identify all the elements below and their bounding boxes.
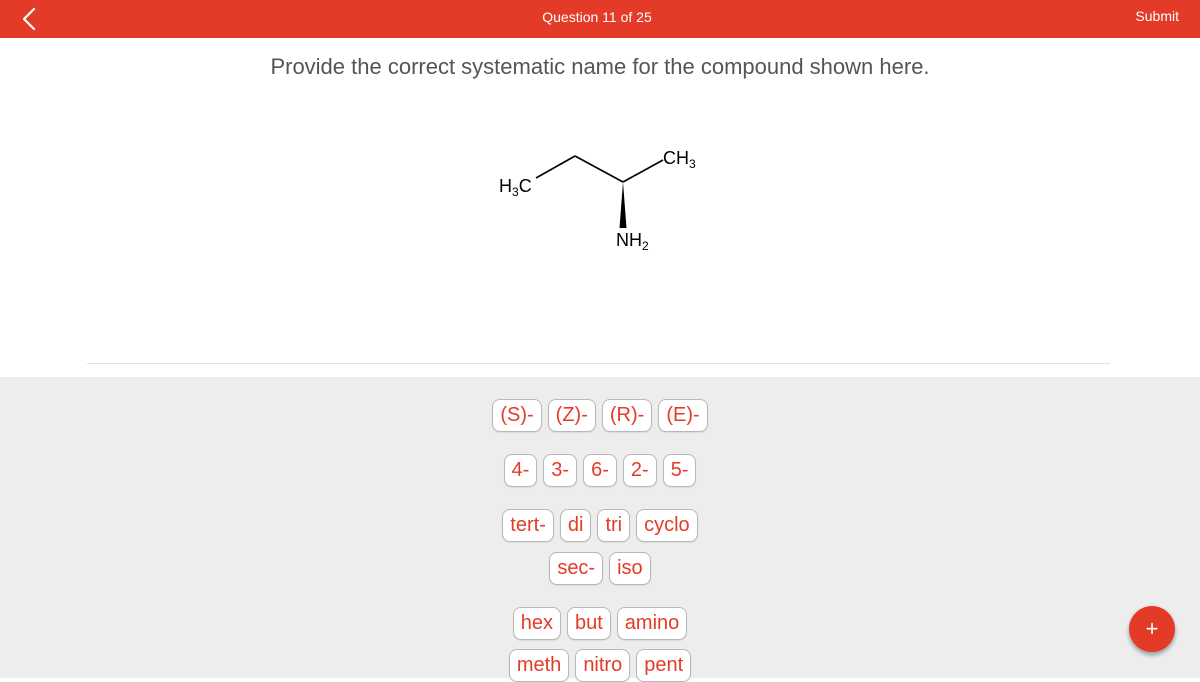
chip-6[interactable]: 6- [583, 454, 617, 487]
chip-5[interactable]: 5- [662, 454, 697, 487]
wedge-bond [619, 182, 627, 228]
chip-s[interactable]: (S)- [492, 399, 542, 432]
chip-cyclo[interactable]: cyclo [636, 509, 698, 542]
chip-2[interactable]: 2- [622, 454, 657, 487]
chip-4[interactable]: 4- [503, 454, 538, 487]
tray-row-locants: 4- 3- 6- 2- 5- [0, 454, 1200, 487]
label-h3c: H3C [499, 176, 532, 199]
skeletal-formula: H3C CH3 NH2 [499, 148, 696, 253]
chip-hex[interactable]: hex [512, 607, 561, 640]
answer-tray: (S)- (Z)- (R)- (E)- 4- 3- 6- 2- 5- tert-… [0, 377, 1200, 682]
label-ch3: CH3 [663, 148, 696, 171]
chip-but[interactable]: but [566, 607, 611, 640]
tray-row-branch: sec- iso [0, 552, 1200, 585]
chip-r[interactable]: (R)- [601, 399, 653, 432]
chip-di[interactable]: di [559, 509, 592, 542]
divider [87, 363, 1110, 364]
chip-z[interactable]: (Z)- [547, 399, 596, 432]
chip-amino[interactable]: amino [616, 607, 688, 640]
tray-row-roots-1: hex but amino [0, 607, 1200, 640]
question-counter: Question 11 of 25 [542, 9, 652, 25]
tray-row-roots-2: meth nitro pent [0, 649, 1200, 682]
bond-c1-c2 [535, 155, 576, 179]
chip-tert[interactable]: tert- [502, 509, 554, 542]
question-prompt: Provide the correct systematic name for … [270, 54, 930, 79]
chip-pent[interactable]: pent [636, 649, 692, 682]
chip-iso[interactable]: iso [609, 552, 651, 585]
plus-icon: + [1145, 616, 1159, 641]
chip-3[interactable]: 3- [543, 454, 578, 487]
top-bar: Question 11 of 25 Submit [0, 0, 1200, 38]
tray-row-stereo: (S)- (Z)- (R)- (E)- [0, 399, 1200, 432]
bond-c2-c3 [574, 155, 624, 183]
chip-nitro[interactable]: nitro [575, 649, 631, 682]
question-counter-wrap: Question 11 of 25 [0, 9, 1200, 25]
chip-e[interactable]: (E)- [658, 399, 708, 432]
chip-meth[interactable]: meth [508, 649, 570, 682]
add-button[interactable]: + [1129, 606, 1175, 652]
chip-sec[interactable]: sec- [549, 552, 604, 585]
chip-tri[interactable]: tri [597, 509, 631, 542]
label-nh2: NH2 [616, 230, 649, 253]
tray-row-prefixes: tert- di tri cyclo [0, 509, 1200, 542]
molecule-structure: H3C CH3 NH2 [480, 130, 730, 260]
bond-c3-c4 [622, 159, 664, 183]
submit-button[interactable]: Submit [1135, 8, 1179, 24]
